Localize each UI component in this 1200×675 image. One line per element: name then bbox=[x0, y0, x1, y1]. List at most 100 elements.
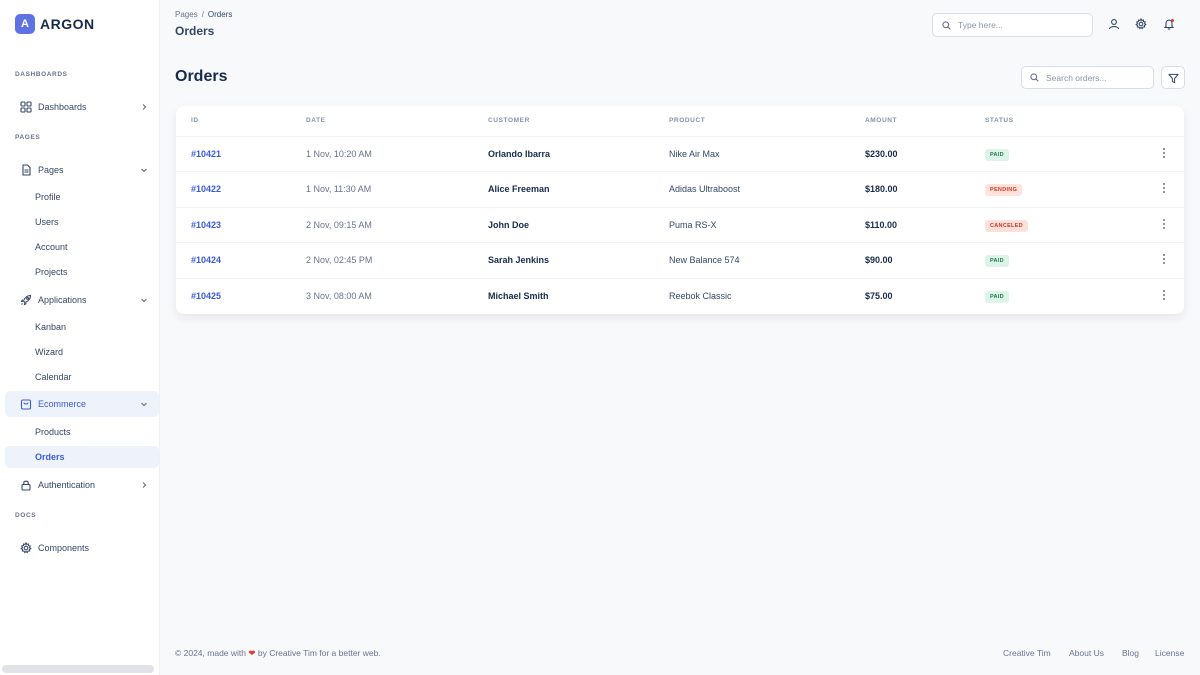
heart-icon: ❤ bbox=[248, 648, 256, 658]
table-row[interactable]: #10425 3 Nov, 08:00 AM Michael Smith Ree… bbox=[176, 278, 1184, 313]
column-header-amount[interactable]: AMOUNT bbox=[865, 117, 897, 124]
top-search-box[interactable] bbox=[932, 13, 1093, 37]
order-product: Adidas Ultraboost bbox=[669, 184, 741, 194]
order-customer: Orlando Ibarra bbox=[488, 149, 551, 159]
sidebar-subitem-profile[interactable]: Profile bbox=[5, 186, 159, 208]
column-header-id[interactable]: ID bbox=[191, 117, 199, 124]
status-badge: PENDING bbox=[985, 184, 1023, 196]
more-options-icon[interactable] bbox=[1158, 288, 1170, 302]
grid-icon bbox=[20, 101, 32, 113]
status-badge: CANCELED bbox=[985, 220, 1028, 232]
sidebar-item-authentication[interactable]: Authentication bbox=[5, 472, 159, 498]
sidebar-item-dashboards[interactable]: Dashboards bbox=[5, 94, 159, 120]
status-badge: PAID bbox=[985, 291, 1009, 303]
section-label-pages: PAGES bbox=[15, 134, 41, 141]
breadcrumb-pages[interactable]: Pages bbox=[175, 10, 198, 19]
footer-link-license[interactable]: License bbox=[1155, 648, 1184, 658]
bag-icon bbox=[20, 399, 32, 410]
order-amount: $180.00 bbox=[865, 184, 898, 194]
gear-icon bbox=[20, 542, 32, 554]
chevron-down-icon bbox=[141, 298, 147, 303]
sidebar-subitem-orders[interactable]: Orders bbox=[5, 446, 159, 468]
filter-button[interactable] bbox=[1161, 66, 1185, 89]
orders-table: ID DATE CUSTOMER PRODUCT AMOUNT STATUS #… bbox=[176, 106, 1184, 314]
lock-icon bbox=[21, 480, 31, 491]
section-label-dashboards: DASHBOARDS bbox=[15, 71, 68, 78]
order-id-link[interactable]: #10421 bbox=[191, 149, 221, 159]
column-header-customer[interactable]: CUSTOMER bbox=[488, 117, 530, 124]
search-icon bbox=[942, 21, 951, 30]
header-title: Orders bbox=[175, 24, 215, 38]
sidebar-item-pages[interactable]: Pages bbox=[5, 157, 159, 183]
footer-copyright-suffix: by Creative Tim for a better web. bbox=[257, 648, 381, 658]
more-options-icon[interactable] bbox=[1158, 217, 1170, 231]
order-amount: $110.00 bbox=[865, 220, 898, 230]
orders-search-box[interactable] bbox=[1021, 66, 1154, 89]
footer-copyright-prefix: © 2024, made with bbox=[175, 648, 246, 658]
order-amount: $90.00 bbox=[865, 255, 893, 265]
order-customer: Sarah Jenkins bbox=[488, 255, 550, 265]
chevron-down-icon bbox=[141, 402, 147, 407]
more-options-icon[interactable] bbox=[1158, 252, 1170, 266]
order-date: 1 Nov, 10:20 AM bbox=[306, 149, 372, 159]
sidebar-item-label: Authentication bbox=[38, 480, 96, 490]
column-header-product[interactable]: PRODUCT bbox=[669, 117, 705, 124]
sidebar-subitem-products[interactable]: Products bbox=[5, 421, 159, 443]
sidebar-item-applications[interactable]: Applications bbox=[5, 287, 159, 313]
rocket-icon bbox=[20, 294, 32, 306]
order-amount: $75.00 bbox=[865, 291, 893, 301]
brand-logo: A bbox=[15, 14, 35, 34]
sidebar-item-label: Applications bbox=[38, 295, 87, 305]
sidebar-subitem-account[interactable]: Account bbox=[5, 236, 159, 258]
sidebar-item-components[interactable]: Components bbox=[5, 535, 159, 561]
table-row[interactable]: #10421 1 Nov, 10:20 AM Orlando Ibarra Ni… bbox=[176, 136, 1184, 171]
breadcrumb-separator: / bbox=[201, 10, 204, 19]
sidebar-subitem-users[interactable]: Users bbox=[5, 211, 159, 233]
order-id-link[interactable]: #10423 bbox=[191, 220, 221, 230]
footer-link-blog[interactable]: Blog bbox=[1122, 648, 1139, 658]
more-options-icon[interactable] bbox=[1158, 181, 1170, 195]
sidebar-subitem-projects[interactable]: Projects bbox=[5, 261, 159, 283]
settings-gear-icon[interactable] bbox=[1135, 18, 1147, 30]
order-id-link[interactable]: #10425 bbox=[191, 291, 221, 301]
order-product: Nike Air Max bbox=[669, 149, 720, 159]
footer-link-creative-tim[interactable]: Creative Tim bbox=[1003, 648, 1051, 658]
page-title: Orders bbox=[175, 68, 228, 85]
column-header-status[interactable]: STATUS bbox=[985, 117, 1014, 124]
order-date: 1 Nov, 11:30 AM bbox=[306, 184, 372, 194]
top-search-input[interactable] bbox=[958, 17, 1088, 33]
brand[interactable]: A ARGON bbox=[15, 14, 95, 34]
orders-search-input[interactable] bbox=[1046, 70, 1151, 86]
sidebar-item-label: Ecommerce bbox=[38, 399, 87, 409]
order-date: 2 Nov, 09:15 AM bbox=[306, 220, 372, 230]
table-row[interactable]: #10423 2 Nov, 09:15 AM John Doe Puma RS-… bbox=[176, 207, 1184, 242]
sidebar-subitem-calendar[interactable]: Calendar bbox=[5, 366, 159, 388]
user-icon[interactable] bbox=[1108, 18, 1120, 30]
filter-icon bbox=[1168, 73, 1179, 84]
order-product: New Balance 574 bbox=[669, 255, 740, 265]
sidebar-scrollbar[interactable] bbox=[2, 665, 154, 673]
chevron-down-icon bbox=[141, 168, 147, 173]
more-options-icon[interactable] bbox=[1158, 146, 1170, 160]
sidebar-item-ecommerce[interactable]: Ecommerce bbox=[5, 391, 159, 417]
brand-name: ARGON bbox=[40, 16, 95, 32]
breadcrumb-current: Orders bbox=[207, 10, 233, 19]
sidebar-item-label: Components bbox=[38, 543, 90, 553]
table-row[interactable]: #10424 2 Nov, 02:45 PM Sarah Jenkins New… bbox=[176, 242, 1184, 277]
sidebar-subitem-wizard[interactable]: Wizard bbox=[5, 341, 159, 363]
status-badge: PAID bbox=[985, 255, 1009, 267]
footer-link-about-us[interactable]: About Us bbox=[1069, 648, 1104, 658]
order-date: 3 Nov, 08:00 AM bbox=[306, 291, 372, 301]
order-id-link[interactable]: #10424 bbox=[191, 255, 221, 265]
sidebar: A ARGON DASHBOARDS Dashboards PAGES Page… bbox=[0, 0, 160, 675]
chevron-right-icon bbox=[142, 482, 147, 488]
sidebar-subitem-kanban[interactable]: Kanban bbox=[5, 316, 159, 338]
column-header-date[interactable]: DATE bbox=[306, 117, 326, 124]
status-badge: PAID bbox=[985, 149, 1009, 161]
table-row[interactable]: #10422 1 Nov, 11:30 AM Alice Freeman Adi… bbox=[176, 171, 1184, 206]
bell-icon[interactable] bbox=[1163, 18, 1175, 30]
order-product: Puma RS-X bbox=[669, 220, 717, 230]
breadcrumb: Pages / Orders bbox=[175, 10, 232, 19]
order-customer: Michael Smith bbox=[488, 291, 549, 301]
order-id-link[interactable]: #10422 bbox=[191, 184, 221, 194]
